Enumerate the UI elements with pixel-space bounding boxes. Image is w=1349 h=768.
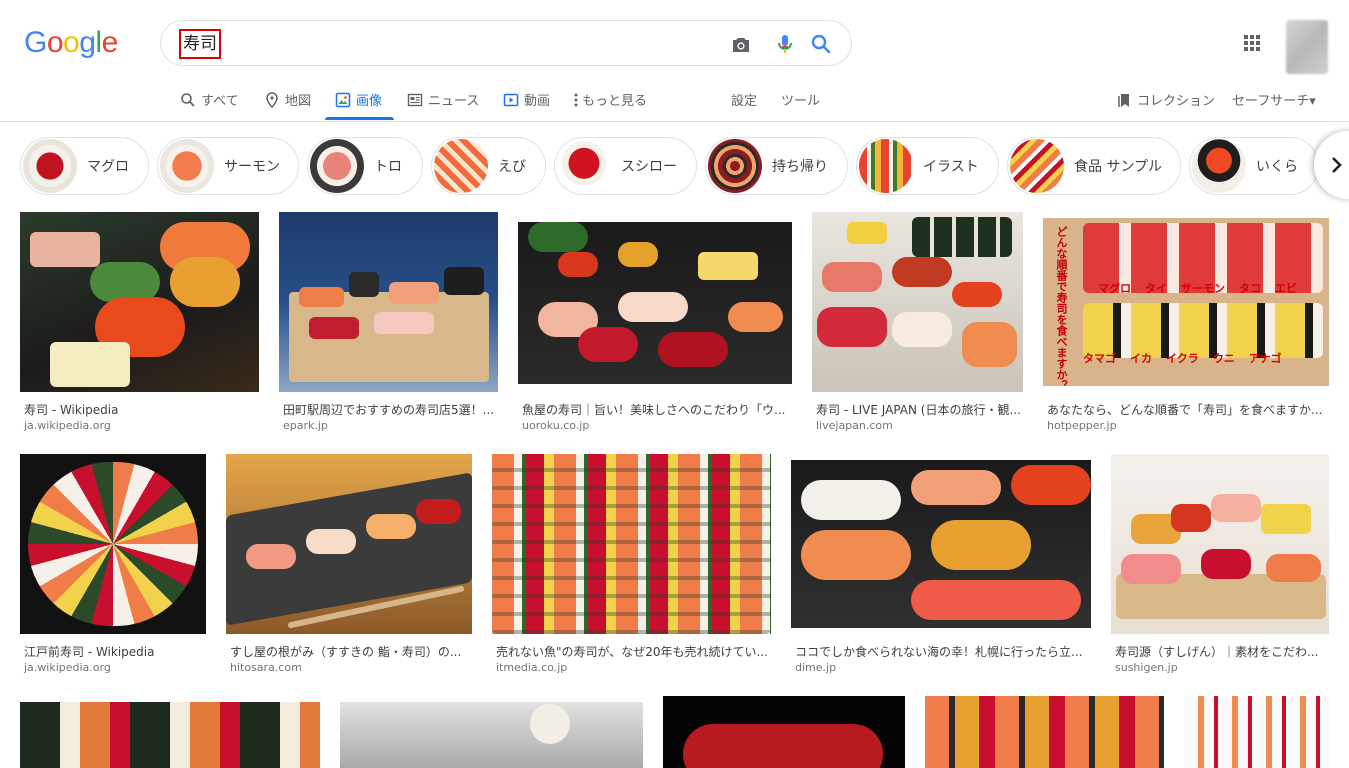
more-vert-icon (574, 93, 578, 107)
result-title[interactable]: あなたなら、どんな順番で「寿司」を食べますか... (1047, 401, 1329, 418)
avatar[interactable] (1286, 20, 1328, 74)
result-site[interactable]: uoroku.co.jp (522, 419, 589, 432)
side-text: どんな順番で寿司を食べますか？ (1055, 226, 1068, 386)
chip-ebi[interactable]: えび (431, 137, 546, 195)
chip-thumbnail (1192, 139, 1246, 193)
video-icon (503, 93, 519, 107)
result-site[interactable]: sushigen.jp (1115, 661, 1178, 674)
news-icon (407, 93, 423, 107)
result-image[interactable] (279, 212, 498, 392)
result-image[interactable] (20, 212, 259, 392)
result-image[interactable] (492, 454, 771, 634)
chip-mochikaeri[interactable]: 持ち帰り (705, 137, 848, 195)
bookmark-icon (1118, 94, 1129, 107)
result-site[interactable]: ja.wikipedia.org (24, 419, 111, 432)
result-title[interactable]: 寿司源（すしげん）｜素材をこだわ... (1115, 643, 1327, 660)
tab-more[interactable]: もっと見る (572, 90, 647, 126)
chip-ikura[interactable]: いくら (1189, 137, 1319, 195)
tools-link[interactable]: ツール (781, 90, 820, 109)
chip-toro[interactable]: トロ (307, 137, 423, 195)
tab-images[interactable]: 画像 (335, 90, 382, 126)
result-site[interactable]: hitosara.com (230, 661, 302, 674)
result-site[interactable]: livejapan.com (816, 419, 893, 432)
related-searches-chips: マグロ サーモン トロ えび スシロー 持ち帰り イラスト 食品 サンプル いく… (0, 137, 1349, 197)
active-tab-indicator (325, 117, 394, 120)
chip-thumbnail (708, 139, 762, 193)
chevron-right-icon (1332, 157, 1342, 173)
result-title[interactable]: 江戸前寿司 - Wikipedia (24, 643, 206, 660)
image-icon (335, 92, 351, 108)
safesearch-dropdown[interactable]: セーフサーチ▾ (1232, 90, 1316, 109)
search-icon (181, 93, 195, 107)
collections-link[interactable]: コレクション (1116, 90, 1215, 126)
result-title[interactable]: すし屋の根がみ（すすきの 鮨・寿司）の... (230, 643, 470, 660)
chip-thumbnail (557, 139, 611, 193)
fish-labels-row1: マグロ タイ サーモン タコ エビ (1098, 282, 1297, 295)
chip-maguro[interactable]: マグロ (20, 137, 149, 195)
result-site[interactable]: epark.jp (283, 419, 328, 432)
result-site[interactable]: ja.wikipedia.org (24, 661, 111, 674)
tab-news[interactable]: ニュース (407, 90, 479, 126)
result-image[interactable] (226, 454, 472, 634)
chip-food-sample[interactable]: 食品 サンプル (1007, 137, 1181, 195)
result-image[interactable] (812, 212, 1023, 392)
result-image[interactable] (925, 696, 1164, 768)
result-title[interactable]: 田町駅周辺でおすすめの寿司店5選！... (283, 401, 495, 418)
result-site[interactable]: dime.jp (795, 661, 836, 674)
apps-grid-icon[interactable] (1240, 31, 1264, 55)
query-highlight: 寿司 (179, 29, 221, 59)
result-image[interactable] (518, 222, 792, 384)
chip-salmon[interactable]: サーモン (157, 137, 299, 195)
search-icon[interactable] (809, 32, 833, 56)
result-title[interactable]: 魚屋の寿司｜旨い！美味しさへのこだわり「ウ... (522, 401, 790, 418)
result-site[interactable]: hotpepper.jp (1047, 419, 1117, 432)
chip-thumbnail (310, 139, 364, 193)
result-image[interactable] (1184, 696, 1329, 768)
tab-maps[interactable]: 地図 (264, 90, 311, 126)
tab-all[interactable]: すべて (180, 90, 239, 126)
settings-link[interactable]: 設定 (731, 90, 757, 109)
result-image[interactable]: どんな順番で寿司を食べますか？ マグロ タイ サーモン タコ エビ タマゴ イカ イクラ ウニ… (1043, 218, 1329, 386)
chip-illust[interactable]: イラスト (856, 137, 999, 195)
result-title[interactable]: 寿司 - LIVE JAPAN (日本の旅行・観... (816, 401, 1022, 418)
fish-labels-row2: タマゴ イカ イクラ ウニ アナゴ (1083, 352, 1282, 365)
chip-thumbnail (859, 139, 913, 193)
chip-thumbnail (434, 139, 488, 193)
result-image[interactable] (791, 460, 1091, 628)
chip-sushiro[interactable]: スシロー (554, 137, 697, 195)
chip-thumbnail (1010, 139, 1064, 193)
result-image[interactable] (1111, 454, 1329, 634)
result-site[interactable]: itmedia.co.jp (496, 661, 567, 674)
result-image[interactable] (20, 454, 206, 634)
camera-icon[interactable] (729, 33, 753, 57)
search-box[interactable]: 寿司 (160, 20, 852, 66)
mic-icon[interactable] (773, 32, 797, 56)
result-image[interactable] (663, 696, 905, 768)
result-image[interactable] (340, 702, 643, 768)
tab-videos[interactable]: 動画 (503, 90, 550, 126)
chip-thumbnail (23, 139, 77, 193)
result-title[interactable]: ココでしか食べられない海の幸！札幌に行ったら立... (795, 643, 1089, 660)
chip-thumbnail (160, 139, 214, 193)
search-input[interactable]: 寿司 (183, 34, 217, 54)
result-image[interactable] (20, 702, 320, 768)
map-pin-icon (266, 92, 278, 108)
result-title[interactable]: 寿司 - Wikipedia (24, 401, 254, 418)
header: Google 寿司 すべて 地図 画像 ニュース 動画 もっと見る 設定 ツール… (0, 0, 1349, 122)
google-logo[interactable]: Google (24, 26, 118, 60)
result-title[interactable]: 売れない魚"の寿司が、なぜ20年も売れ続けてい... (496, 643, 770, 660)
